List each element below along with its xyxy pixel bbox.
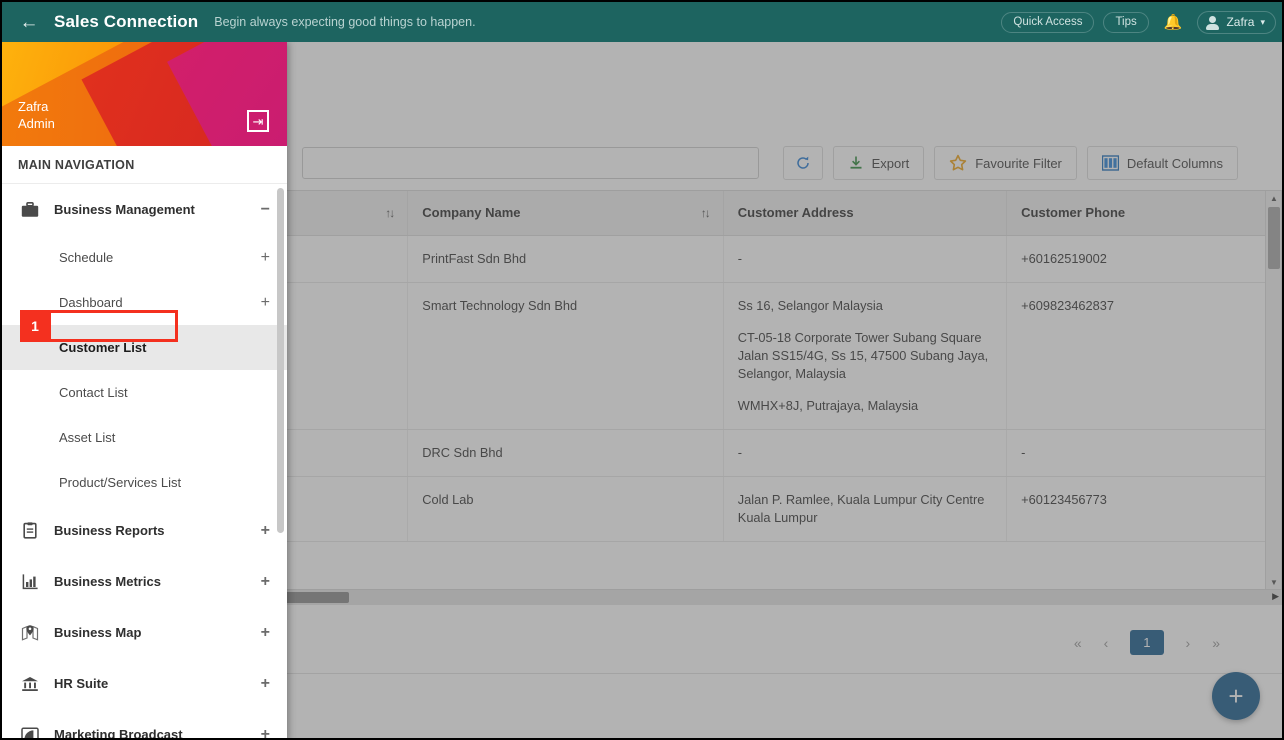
sidebar-item-label: Schedule xyxy=(59,250,114,265)
sidebar-group-label: Business Metrics xyxy=(54,574,161,589)
sidebar-group-label: Business Map xyxy=(54,625,142,640)
sidebar-scrollbar-thumb[interactable] xyxy=(277,188,284,533)
user-menu[interactable]: Zafra ▾ xyxy=(1197,10,1276,34)
chevron-down-icon: ▾ xyxy=(1260,16,1265,27)
map-pin-icon xyxy=(18,624,42,641)
expand-toggle-icon[interactable]: + xyxy=(261,294,270,312)
sidebar-group-business-reports[interactable]: Business Reports + xyxy=(2,505,287,556)
avatar xyxy=(1205,15,1220,30)
logout-icon[interactable]: ⇥ xyxy=(247,110,269,132)
back-arrow-icon[interactable]: ← xyxy=(16,9,42,35)
sidebar-item-label: Contact List xyxy=(59,385,128,400)
sidebar-item-label: Asset List xyxy=(59,430,116,445)
bank-icon xyxy=(18,676,42,692)
nav-section-title: MAIN NAVIGATION xyxy=(2,146,287,184)
sidebar-user-name: Zafra xyxy=(18,99,49,114)
clipboard-icon xyxy=(18,522,42,539)
sidebar-group-business-metrics[interactable]: Business Metrics + xyxy=(2,556,287,607)
expand-toggle-icon[interactable]: + xyxy=(261,249,270,267)
tips-button[interactable]: Tips xyxy=(1103,11,1149,33)
sidebar-profile-banner: Zafra Admin ⇥ xyxy=(2,42,287,146)
sidebar-item-contact-list[interactable]: Contact List xyxy=(2,370,287,415)
sidebar-group-business-map[interactable]: Business Map + xyxy=(2,607,287,658)
sidebar-item-label: Customer List xyxy=(59,340,147,355)
application-window: Export Favourite Filter Default Columns … xyxy=(0,0,1284,740)
app-title: Sales Connection xyxy=(54,12,199,31)
expand-toggle-icon[interactable]: + xyxy=(261,726,270,738)
sidebar-group-label: Business Reports xyxy=(54,523,165,538)
sidebar-group-label: Marketing Broadcast xyxy=(54,727,183,740)
broadcast-icon xyxy=(18,726,42,738)
sidebar-group-label: Business Management xyxy=(54,202,195,217)
sidebar-group-business-management[interactable]: Business Management − xyxy=(2,184,287,235)
expand-toggle-icon[interactable]: + xyxy=(261,522,270,539)
collapse-toggle-icon[interactable]: − xyxy=(261,201,270,218)
expand-toggle-icon[interactable]: + xyxy=(261,624,270,641)
notification-bell-icon[interactable]: 🔔 xyxy=(1158,13,1189,31)
sidebar-user-info: Zafra Admin xyxy=(18,98,55,132)
user-name: Zafra xyxy=(1226,15,1255,29)
bar-chart-icon xyxy=(18,573,42,590)
app-tagline: Begin always expecting good things to ha… xyxy=(214,15,476,29)
sidebar-user-role: Admin xyxy=(18,116,55,131)
expand-toggle-icon[interactable]: + xyxy=(261,675,270,692)
sidebar-item-label: Product/Services List xyxy=(59,475,182,490)
sidebar-group-marketing-broadcast[interactable]: Marketing Broadcast + xyxy=(2,709,287,740)
briefcase-icon xyxy=(18,201,42,218)
sidebar-item-schedule[interactable]: Schedule + xyxy=(2,235,287,280)
sidebar-group-label: HR Suite xyxy=(54,676,109,691)
sidebar-item-asset-list[interactable]: Asset List xyxy=(2,415,287,460)
sidebar-item-label: Dashboard xyxy=(59,295,123,310)
annotation-step-badge: 1 xyxy=(20,310,50,342)
quick-access-button[interactable]: Quick Access xyxy=(1001,11,1095,33)
nav-scroll-area: Business Management − Schedule + Dashboa… xyxy=(2,184,287,740)
top-bar: ← Sales Connection Begin always expectin… xyxy=(2,2,1282,42)
sidebar: Zafra Admin ⇥ MAIN NAVIGATION Business M… xyxy=(2,42,287,740)
sidebar-group-hr-suite[interactable]: HR Suite + xyxy=(2,658,287,709)
sidebar-item-product-services-list[interactable]: Product/Services List xyxy=(2,460,287,505)
expand-toggle-icon[interactable]: + xyxy=(261,573,270,590)
